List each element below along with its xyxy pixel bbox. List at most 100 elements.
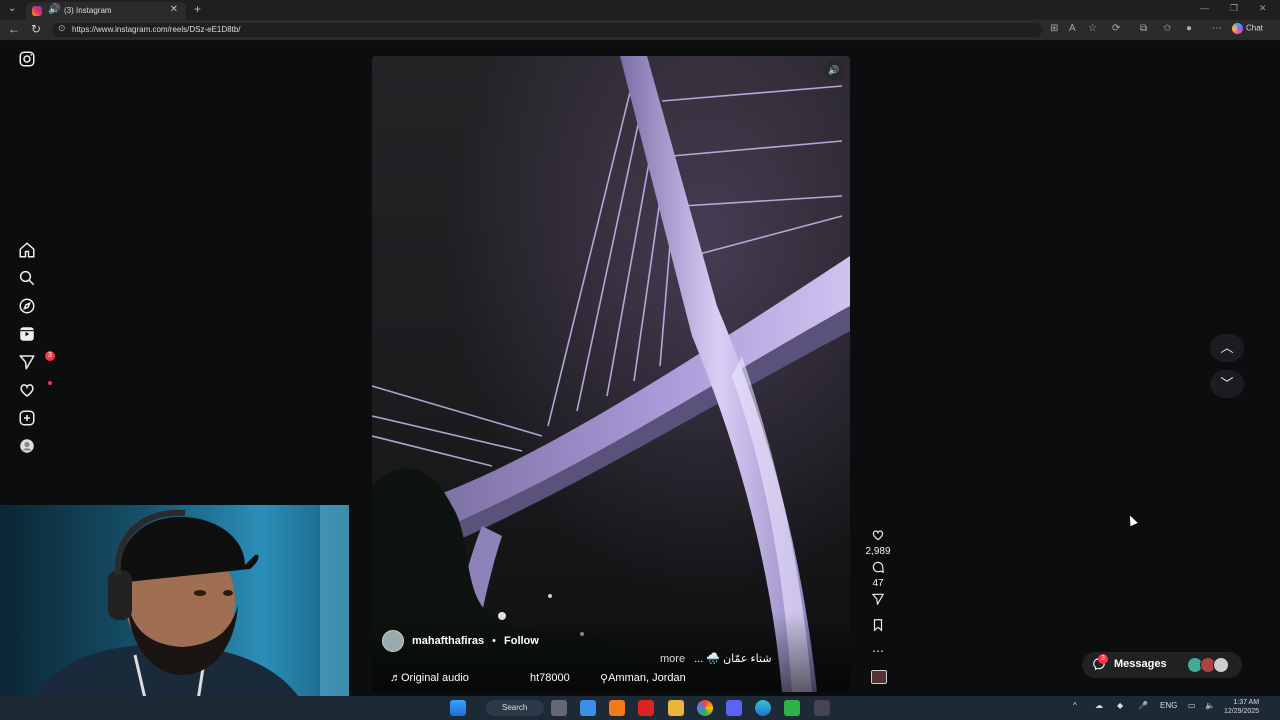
caption-more-link[interactable]: more [660,653,685,665]
soundcloud-icon[interactable] [609,700,625,716]
search-label: Search [502,703,528,712]
follow-button[interactable]: Follow [504,635,539,647]
copilot-icon [1232,23,1243,34]
discord-icon[interactable] [726,700,742,716]
messages-pill-badge: 3 [1098,654,1108,664]
network-icon[interactable]: ▭ [1188,701,1196,710]
reel-tag[interactable]: ht78000 [530,672,570,684]
caption-text: شتاء عمّان 🌧️ ... [694,653,772,665]
favorites-icon[interactable]: ✩ [1163,23,1171,34]
home-icon[interactable] [18,241,36,259]
system-clock[interactable]: 1:37 AM 12/29/2025 [1224,698,1259,716]
url-text: https://www.instagram.com/reels/DSz-eE1D… [72,25,241,34]
taskbar-search[interactable]: Search [486,700,544,716]
reel-actions: 2,989 47 ⋯ [858,526,898,696]
more-options-icon[interactable]: ⋯ [858,644,898,658]
app-icon[interactable] [814,700,830,716]
start-menu-icon[interactable] [450,700,466,716]
message-avatars [1187,657,1229,678]
share-button[interactable] [858,592,898,611]
refresh-icon[interactable]: ↻ [31,22,41,36]
profile-avatar-icon[interactable]: ● [1186,23,1192,34]
messages-count-badge: 3 [45,351,55,361]
chat-label: Chat [1246,23,1263,33]
reel-author: mahafthafiras • Follow [382,630,539,652]
language-indicator[interactable]: ENG [1160,701,1177,710]
avatar [1213,657,1229,673]
audio-link[interactable]: ♬ Original audio [390,672,469,684]
microphone-icon[interactable]: 🎤 [1138,701,1148,710]
clock-date: 12/29/2025 [1224,708,1260,715]
tab-title: (3) Instagram [64,6,112,15]
browser-tab-instagram[interactable]: 🔊 (3) Instagram ✕ [26,2,186,20]
explore-compass-icon[interactable] [18,297,36,315]
new-tab-button[interactable]: + [194,2,201,16]
like-heart-icon [872,530,884,541]
messages-pill[interactable]: 3 Messages [1082,652,1242,678]
bookmark-icon [873,619,883,632]
like-button[interactable]: 2,989 [858,528,898,557]
reel-caption[interactable]: شتاء عمّان 🌧️ ... more [660,652,772,665]
reel-video[interactable]: 🔊 mahafthafiras • Follow شتاء عمّان 🌧️ .… [372,56,850,692]
tab-close-icon[interactable]: ✕ [170,4,178,15]
clock-time: 1:37 AM [1233,699,1260,706]
url-field[interactable]: ⊙ https://www.instagram.com/reels/DSz-eE… [52,23,1042,37]
chrome-icon[interactable] [697,700,713,716]
tray-overflow-icon[interactable]: ^ [1073,701,1077,710]
more-menu-icon[interactable]: ⋯ [1212,23,1222,34]
volume-icon[interactable]: 🔈 [1205,701,1215,710]
restore-icon[interactable]: ❐ [1230,3,1238,14]
location-label: Amman, Jordan [608,672,686,684]
browser-tab-bar: ⌄ 🔊 (3) Instagram ✕ + — ❐ ✕ [0,0,1280,20]
instagram-logo-icon[interactable] [18,50,36,68]
notifications-heart-icon[interactable] [18,381,52,399]
author-username[interactable]: mahafthafiras [412,635,484,647]
previous-reel-button[interactable]: ︿ [1210,334,1244,362]
widgets-icon[interactable] [580,700,596,716]
app-available-icon[interactable]: ⊞ [1050,23,1058,34]
mouse-cursor [1126,513,1138,527]
original-audio-thumbnail[interactable] [871,670,887,684]
save-button[interactable] [858,618,898,637]
tab-actions-icon[interactable]: ⌄ [8,3,16,14]
app-red-icon[interactable] [638,700,654,716]
back-icon[interactable]: ← [8,22,20,36]
like-count: 2,989 [865,546,891,557]
edge-icon[interactable] [755,700,771,716]
favorite-star-icon[interactable]: ☆ [1088,23,1097,34]
search-icon[interactable] [18,269,36,287]
comment-button[interactable]: 47 [858,560,898,589]
extensions-icon[interactable]: ⟳ [1112,23,1120,34]
settings-gear-icon[interactable] [551,700,567,716]
author-avatar[interactable] [382,630,404,652]
copilot-chat-button[interactable]: Chat [1232,23,1263,34]
direct-messages-icon[interactable]: 3 [18,351,55,371]
file-explorer-icon[interactable] [668,700,684,716]
site-info-icon[interactable]: ⊙ [58,23,66,34]
notification-dot [48,381,52,385]
reels-icon[interactable] [18,325,36,343]
instagram-sidebar: 3 [0,40,55,505]
instagram-favicon-icon [32,6,42,16]
streamer-webcam-image [20,505,349,720]
comment-count: 47 [872,578,884,589]
tray-app-icon[interactable]: ◆ [1117,701,1123,710]
create-post-icon[interactable] [18,409,36,427]
minimize-icon[interactable]: — [1200,3,1209,13]
messages-label: Messages [1114,658,1167,670]
author-separator: • [492,635,496,647]
onedrive-icon[interactable]: ☁ [1095,701,1103,710]
webcam-overlay [0,505,349,720]
split-screen-icon[interactable]: ⧉ [1140,23,1147,34]
close-window-icon[interactable]: ✕ [1259,3,1267,14]
terminal-icon[interactable] [784,700,800,716]
read-aloud-icon[interactable]: A [1069,23,1076,34]
address-bar-row: ← ↻ ⊙ https://www.instagram.com/reels/DS… [0,20,1280,41]
tab-audio-icon[interactable]: 🔊 [48,4,60,15]
next-reel-button[interactable]: ﹀ [1210,370,1244,398]
audio-label: Original audio [401,672,469,684]
profile-avatar[interactable] [18,437,36,455]
comment-bubble-icon [872,561,884,574]
location-link[interactable]: ⚲ Amman, Jordan [600,672,686,685]
sound-toggle-icon[interactable]: 🔊 [824,60,844,80]
